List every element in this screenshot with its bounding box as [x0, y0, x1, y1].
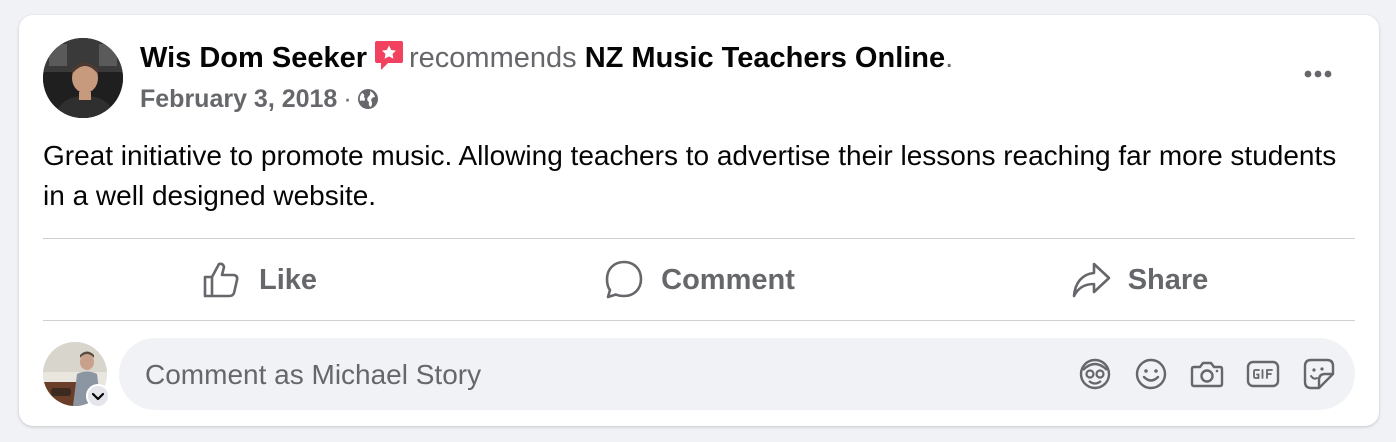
emoji-icon — [1135, 358, 1167, 390]
chevron-down-icon — [91, 392, 105, 401]
gif-icon — [1246, 360, 1280, 388]
post-body-text: Great initiative to promote music. Allow… — [43, 140, 1337, 211]
gif-button[interactable] — [1245, 356, 1281, 392]
post-meta: February 3, 2018 · — [140, 83, 380, 115]
more-options-button[interactable] — [1299, 55, 1337, 93]
camera-icon — [1190, 361, 1224, 388]
more-dots-icon — [1304, 70, 1332, 78]
account-switch-chevron[interactable] — [86, 384, 110, 408]
divider-bottom — [43, 320, 1355, 321]
comment-bubble-icon — [605, 260, 643, 299]
comment-composer — [119, 338, 1355, 412]
author-avatar[interactable] — [43, 38, 123, 118]
recommends-text: recommends — [409, 42, 577, 74]
like-label: Like — [258, 263, 318, 296]
comment-input[interactable] — [143, 338, 1047, 412]
post-card: Wis Dom Seeker recommends NZ Music Teache… — [19, 15, 1379, 426]
header-period: . — [945, 42, 954, 74]
share-button[interactable]: Share — [923, 241, 1355, 319]
page-name-link[interactable]: NZ Music Teachers Online — [585, 42, 945, 74]
author-name[interactable]: Wis Dom Seeker — [140, 42, 367, 74]
emoji-button[interactable] — [1133, 356, 1169, 392]
photo-button[interactable] — [1189, 356, 1225, 392]
divider-top — [43, 238, 1355, 239]
recommendation-icon — [373, 39, 405, 73]
sticker-button[interactable] — [1301, 356, 1337, 392]
sticker-icon — [1303, 358, 1335, 390]
meta-separator: · — [343, 85, 352, 113]
avatar-sticker-icon — [1079, 358, 1111, 390]
globe-icon — [356, 87, 380, 111]
avatar-sticker-button[interactable] — [1077, 356, 1113, 392]
comment-label: Comment — [661, 263, 795, 296]
share-label: Share — [1127, 263, 1209, 296]
post-date[interactable]: February 3, 2018 — [140, 85, 337, 113]
like-button[interactable]: Like — [43, 241, 475, 319]
post-header: Wis Dom Seeker recommends NZ Music Teache… — [140, 39, 953, 77]
thumbs-up-icon — [203, 262, 239, 298]
comment-button[interactable]: Comment — [475, 241, 923, 319]
share-arrow-icon — [1072, 262, 1110, 298]
